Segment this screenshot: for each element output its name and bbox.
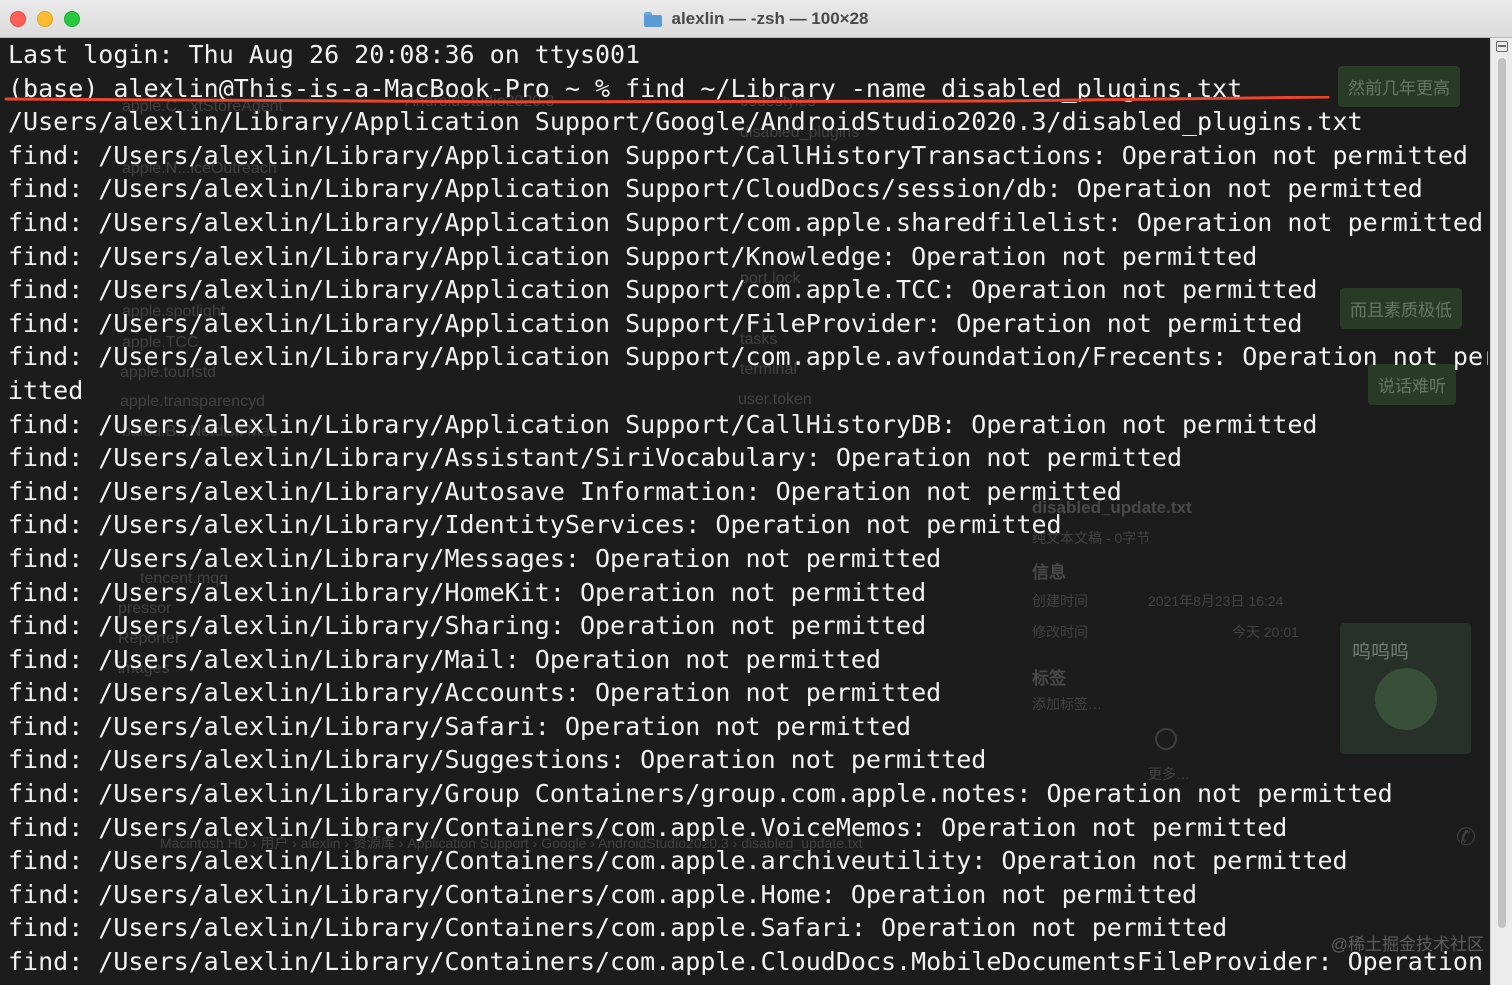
- terminal-line: find: /Users/alexlin/Library/Containers/…: [8, 812, 1288, 842]
- terminal-line: find: /Users/alexlin/Library/Application…: [8, 207, 1484, 237]
- terminal-line: Last login: Thu Aug 26 20:08:36 on ttys0…: [8, 40, 641, 69]
- terminal-line: find: /Users/alexlin/Library/Containers/…: [8, 846, 1348, 876]
- terminal-line: find: /Users/alexlin/Library/Accounts: O…: [8, 678, 942, 708]
- scrollbar-thumb[interactable]: [1498, 58, 1506, 928]
- terminal-line: find: /Users/alexlin/Library/Suggestions…: [8, 745, 987, 775]
- window-title-group: alexlin — -zsh — 100×28: [0, 0, 1512, 38]
- window-title: alexlin — -zsh — 100×28: [671, 9, 869, 28]
- terminal-line: /Users/alexlin/Library/Application Suppo…: [8, 107, 1363, 137]
- terminal-line: find: /Users/alexlin/Library/Application…: [8, 308, 1303, 338]
- folder-icon: [643, 11, 663, 27]
- terminal-line: find: /Users/alexlin/Library/Containers/…: [8, 879, 1198, 909]
- terminal-line: find: /Users/alexlin/Library/Messages: O…: [8, 543, 942, 573]
- terminal-line: find: /Users/alexlin/Library/Containers/…: [8, 947, 1488, 977]
- terminal-line: find: /Users/alexlin/Library/HomeKit: Op…: [8, 577, 927, 607]
- terminal-window: apple.C...xtStoreAgent AndroidStudio2020…: [0, 0, 1512, 985]
- terminal-line: find: /Users/alexlin/Library/Containers/…: [8, 913, 1228, 943]
- terminal-line: find: /Users/alexlin/Library/Autosave In…: [8, 476, 1122, 506]
- terminal-line: (base) alexlin@This-is-a-MacBook-Pro ~ %…: [8, 73, 1243, 103]
- terminal-line: itted: [8, 375, 84, 405]
- terminal-line: find: /Users/alexlin/Library/Application…: [8, 342, 1488, 372]
- terminal-line: find: /Users/alexlin/Library/Safari: Ope…: [8, 711, 912, 741]
- split-pane-icon[interactable]: [1496, 41, 1508, 52]
- title-bar[interactable]: alexlin — -zsh — 100×28: [0, 0, 1512, 38]
- terminal-line: find: /Users/alexlin/Library/Application…: [8, 241, 1258, 271]
- terminal-line: find: /Users/alexlin/Library/Sharing: Op…: [8, 611, 927, 641]
- terminal-line: find: /Users/alexlin/Library/Application…: [8, 140, 1468, 170]
- terminal-line: find: /Users/alexlin/Library/Application…: [8, 174, 1423, 204]
- terminal-line: find: /Users/alexlin/Library/IdentitySer…: [8, 510, 1062, 540]
- terminal-line: find: /Users/alexlin/Library/Mail: Opera…: [8, 644, 881, 674]
- terminal-line: find: /Users/alexlin/Library/Group Conta…: [8, 779, 1393, 809]
- terminal-line: find: /Users/alexlin/Library/Application…: [8, 275, 1318, 305]
- terminal-line: find: /Users/alexlin/Library/Application…: [8, 409, 1318, 439]
- terminal-output[interactable]: Last login: Thu Aug 26 20:08:36 on ttys0…: [8, 38, 1488, 985]
- watermark: @稀土掘金技术社区: [1330, 935, 1484, 954]
- terminal-line: find: /Users/alexlin/Library/Assistant/S…: [8, 443, 1182, 473]
